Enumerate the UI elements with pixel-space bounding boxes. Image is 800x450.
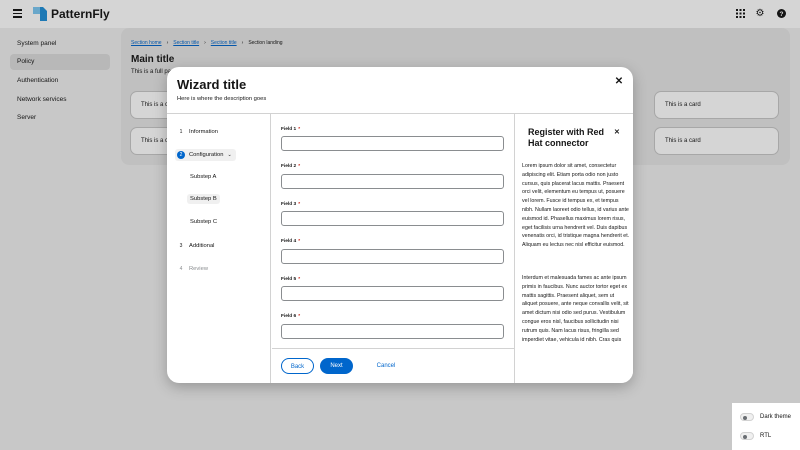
rtl-toggle[interactable]: [740, 432, 754, 440]
wizard-step-additional[interactable]: 3 Additional: [177, 242, 215, 250]
wizard-step-information[interactable]: 1 Information: [177, 128, 218, 136]
field-label: Field 4 *: [281, 239, 301, 244]
next-button[interactable]: Next: [320, 358, 353, 374]
wizard-substep-b[interactable]: Substep B: [187, 194, 220, 204]
wizard-footer: Back Next Cancel: [272, 348, 514, 383]
step-label: Information: [189, 129, 218, 135]
drawer-paragraph: Interdum et malesuada fames ac ante ipsu…: [522, 275, 629, 343]
back-button[interactable]: Back: [281, 358, 314, 374]
wizard-description: Here is where the description goes: [177, 96, 267, 102]
chevron-down-icon[interactable]: ⌄: [227, 152, 231, 158]
field-label: Field 6 *: [281, 314, 301, 319]
close-icon[interactable]: ✕: [614, 77, 624, 87]
dark-theme-toggle-row: Dark theme: [740, 413, 791, 421]
wizard-substep-a[interactable]: Substep A: [187, 172, 219, 182]
step-label: Configuration: [189, 152, 224, 158]
field-4-input[interactable]: [281, 249, 504, 264]
close-icon[interactable]: ✕: [614, 128, 620, 136]
field-5-input[interactable]: [281, 286, 504, 301]
step-number: 2: [177, 151, 185, 159]
field-6-input[interactable]: [281, 324, 504, 339]
step-number: 3: [179, 243, 183, 249]
cancel-button[interactable]: Cancel: [371, 358, 401, 374]
wizard-step-configuration[interactable]: 2 Configuration ⌄: [175, 149, 236, 161]
wizard-nav: 1 Information 2 Configuration ⌄ Substep …: [167, 114, 271, 383]
wizard-step-review: 4 Review: [177, 265, 208, 273]
wizard-modal: Wizard title Here is where the descripti…: [167, 67, 633, 383]
dark-theme-label: Dark theme: [760, 414, 792, 420]
step-label: Review: [189, 266, 209, 272]
dark-theme-toggle[interactable]: [740, 413, 754, 421]
theme-switcher: Dark theme RTL: [732, 403, 800, 450]
wizard-form: Field 1 * Field 2 * Field 3 * Field 4 * Fiel…: [272, 114, 515, 348]
step-label: Additional: [189, 243, 215, 249]
wizard-substep-c[interactable]: Substep C: [187, 217, 220, 227]
field-label: Field 2 *: [281, 164, 301, 169]
rtl-label: RTL: [760, 433, 772, 439]
field-label: Field 5 *: [281, 277, 301, 282]
field-3-input[interactable]: [281, 211, 504, 226]
field-1-input[interactable]: [281, 136, 504, 151]
field-label: Field 3 *: [281, 202, 301, 207]
drawer-title: Register with Red Hat connector: [528, 127, 605, 148]
field-label: Field 1 *: [281, 127, 301, 132]
rtl-toggle-row: RTL: [740, 432, 771, 440]
drawer-paragraph: Lorem ipsum dolor sit amet, consectetur …: [522, 163, 630, 249]
wizard-title: Wizard title: [177, 77, 247, 92]
drawer-panel: Register with Red Hat connector ✕ Lorem …: [514, 114, 633, 383]
field-2-input[interactable]: [281, 174, 504, 189]
step-number: 1: [179, 129, 183, 135]
step-number: 4: [179, 266, 183, 272]
